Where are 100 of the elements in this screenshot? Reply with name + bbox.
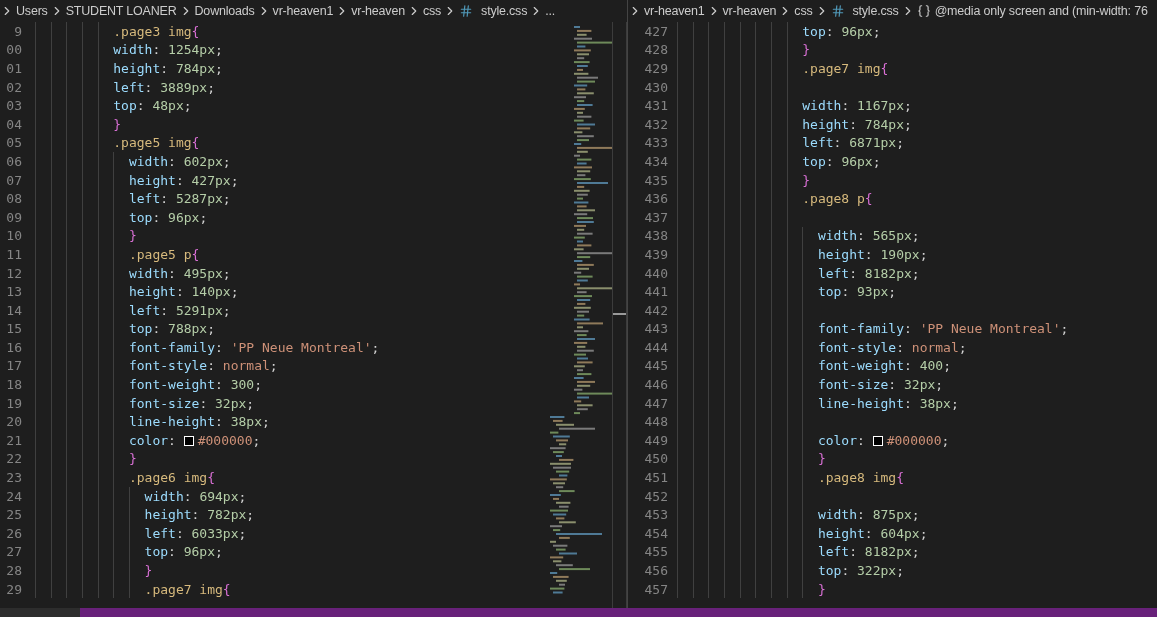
- breadcrumb-item[interactable]: css: [794, 1, 813, 21]
- hash-icon: [459, 4, 474, 18]
- breadcrumb-item[interactable]: vr-heaven1: [644, 1, 705, 21]
- breadcrumb-item[interactable]: style.css: [830, 1, 899, 21]
- line-number: 21: [6, 433, 22, 447]
- code-line: height: 604px;: [816, 526, 928, 540]
- breadcrumb-item[interactable]: style.css: [459, 1, 528, 21]
- code-line: left: 8182px;: [816, 545, 920, 559]
- code-line: font-family: 'PP Neue Montreal';: [127, 340, 380, 354]
- scrollbar-thumb[interactable]: [613, 313, 626, 315]
- line-number: 448: [644, 415, 668, 429]
- code-line: top: 48px;: [112, 99, 192, 113]
- code-line: .page7 img{: [801, 62, 889, 75]
- code-line: height: 782px;: [143, 508, 255, 522]
- code-line: font-style: normal;: [816, 340, 967, 354]
- line-number: 432: [644, 117, 668, 131]
- breadcrumb-item[interactable]: @media only screen and (min-width: 76: [916, 1, 1148, 21]
- code-line: line-height: 38px;: [127, 415, 270, 429]
- line-number: 431: [644, 99, 668, 113]
- line-number: 443: [644, 322, 668, 336]
- line-number: 446: [644, 378, 668, 392]
- breadcrumb-item[interactable]: vr-heaven: [722, 1, 777, 21]
- line-number: 456: [644, 564, 668, 577]
- line-number: 454: [644, 526, 668, 540]
- line-number: 17: [6, 359, 22, 373]
- code-line: top: 96px;: [801, 154, 881, 168]
- code-line: .page5 p{: [127, 247, 200, 261]
- line-number: 11: [6, 247, 22, 261]
- line-number: 449: [644, 433, 668, 447]
- line-number: 25: [6, 508, 22, 522]
- code-line: width: 565px;: [816, 229, 920, 243]
- line-number: 29: [6, 582, 22, 596]
- line-number: 437: [644, 210, 668, 224]
- code-line: }: [801, 173, 811, 187]
- code-line: left: 8182px;: [816, 266, 920, 280]
- code-line: height: 784px;: [112, 62, 223, 75]
- line-number: 14: [6, 303, 22, 317]
- code-line: top: 788px;: [127, 322, 216, 336]
- line-number: 435: [644, 173, 668, 187]
- line-number: 436: [644, 192, 668, 206]
- scrollbar[interactable]: [612, 22, 627, 608]
- breadcrumb-item[interactable]: Users: [16, 1, 48, 21]
- line-number: 445: [644, 359, 668, 373]
- code-line: left: 3889px;: [112, 80, 216, 94]
- line-number: 13: [6, 285, 22, 299]
- line-number: 453: [644, 508, 668, 522]
- code-line: width: 875px;: [816, 508, 920, 522]
- breadcrumb-item[interactable]: vr-heaven: [351, 1, 405, 21]
- line-number: 434: [644, 154, 668, 168]
- code-line: }: [112, 117, 122, 131]
- breadcrumb-item[interactable]: css: [422, 1, 442, 21]
- code-line: }: [816, 582, 826, 596]
- code-line: height: 784px;: [801, 117, 912, 131]
- line-number: 441: [644, 285, 668, 299]
- code-line: .page3 img{: [112, 24, 200, 38]
- line-number: 00: [6, 43, 22, 57]
- line-number: 440: [644, 266, 668, 280]
- line-number: 9: [14, 24, 22, 38]
- line-number: 457: [644, 582, 668, 596]
- line-number: 22: [6, 452, 22, 466]
- breadcrumb-item[interactable]: vr-heaven1: [272, 1, 334, 21]
- line-number: 07: [6, 173, 22, 187]
- line-number: 28: [6, 564, 22, 577]
- line-number: 12: [6, 266, 22, 280]
- code-line: top: 96px;: [801, 24, 881, 38]
- code-line: color: #000000;: [127, 433, 261, 447]
- code-line: .page5 img{: [112, 136, 200, 150]
- line-number: 455: [644, 545, 668, 559]
- line-number: 05: [6, 136, 22, 150]
- line-number: 06: [6, 154, 22, 168]
- code-line: top: 93px;: [816, 285, 897, 299]
- code-line: font-weight: 300;: [127, 378, 262, 392]
- code-line: width: 495px;: [127, 266, 231, 280]
- line-number: 444: [644, 340, 668, 354]
- code-line: left: 5287px;: [127, 192, 231, 206]
- line-number: 439: [644, 247, 668, 261]
- code-line: width: 602px;: [127, 154, 231, 168]
- breadcrumb-item[interactable]: ...: [545, 1, 556, 21]
- code-line: width: 1254px;: [112, 43, 223, 57]
- code-line: left: 6033px;: [143, 526, 247, 540]
- line-number: 429: [644, 62, 668, 75]
- code-line: .page8 img{: [816, 471, 904, 485]
- line-number: 19: [6, 396, 22, 410]
- code-line: .page8 p{: [801, 192, 873, 206]
- breadcrumb-item[interactable]: Downloads: [194, 1, 255, 21]
- braces-icon: [916, 4, 931, 18]
- code-line: width: 694px;: [143, 489, 247, 503]
- code-line: .page7 img{: [143, 582, 231, 596]
- line-number: 450: [644, 452, 668, 466]
- line-number: 02: [6, 80, 22, 94]
- line-number: 27: [6, 545, 22, 559]
- code-line: font-weight: 400;: [816, 359, 951, 373]
- code-line: top: 96px;: [143, 545, 223, 559]
- breadcrumb-item[interactable]: STUDENT LOANER: [65, 1, 177, 21]
- code-line: height: 427px;: [127, 173, 239, 187]
- line-number: 20: [6, 415, 22, 429]
- line-number: 15: [6, 322, 22, 336]
- line-number: 16: [6, 340, 22, 354]
- code-line: left: 6871px;: [801, 136, 904, 150]
- code-line: .page6 img{: [127, 471, 215, 485]
